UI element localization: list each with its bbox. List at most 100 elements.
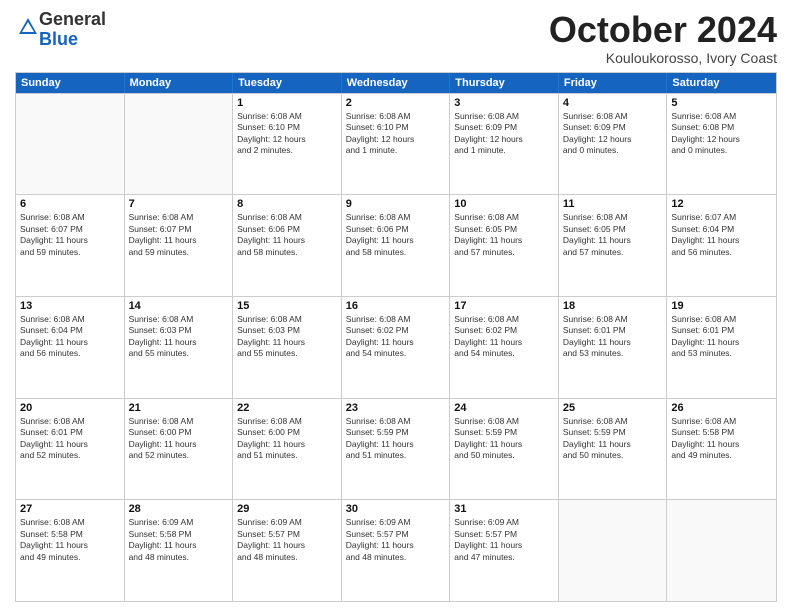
day-number: 17 bbox=[454, 300, 554, 312]
header: General Blue October 2024 Kouloukorosso,… bbox=[15, 10, 777, 66]
day-cell-22: 22Sunrise: 6:08 AM Sunset: 6:00 PM Dayli… bbox=[233, 399, 342, 500]
cell-text: Sunrise: 6:09 AM Sunset: 5:57 PM Dayligh… bbox=[454, 517, 554, 563]
cell-text: Sunrise: 6:08 AM Sunset: 6:02 PM Dayligh… bbox=[346, 314, 446, 360]
day-cell-18: 18 Sunrise: 6:08 AM Sunset: 6:01 PM Dayli… bbox=[559, 297, 668, 398]
day-number: 4 bbox=[563, 97, 663, 109]
day-cell-1: 1 Sunrise: 6:08 AM Sunset: 6:10 PM Daylig… bbox=[233, 94, 342, 195]
page: General Blue October 2024 Kouloukorosso,… bbox=[0, 0, 792, 612]
empty-cell bbox=[559, 500, 668, 601]
day-cell-23: 23 Sunrise: 6:08 AM Sunset: 5:59 PM Dayli… bbox=[342, 399, 451, 500]
day-cell-7: 7Sunrise: 6:08 AM Sunset: 6:07 PM Daylig… bbox=[125, 195, 234, 296]
empty-cell bbox=[667, 500, 776, 601]
day-number: 15 bbox=[237, 300, 337, 312]
day-cell-4: 4 Sunrise: 6:08 AM Sunset: 6:09 PM Daylig… bbox=[559, 94, 668, 195]
day-cell-25: 25 Sunrise: 6:08 AM Sunset: 5:59 PM Dayli… bbox=[559, 399, 668, 500]
cell-text: Sunrise: 6:09 AM Sunset: 5:57 PM Dayligh… bbox=[346, 517, 446, 563]
header-day-saturday: Saturday bbox=[667, 73, 776, 93]
day-cell-3: 3 Sunrise: 6:08 AM Sunset: 6:09 PM Daylig… bbox=[450, 94, 559, 195]
cell-text: Sunrise: 6:08 AM Sunset: 6:07 PM Dayligh… bbox=[129, 212, 229, 258]
day-cell-29: 29Sunrise: 6:09 AM Sunset: 5:57 PM Dayli… bbox=[233, 500, 342, 601]
day-cell-14: 14 Sunrise: 6:08 AM Sunset: 6:03 PM Dayli… bbox=[125, 297, 234, 398]
day-cell-10: 10Sunrise: 6:08 AM Sunset: 6:05 PM Dayli… bbox=[450, 195, 559, 296]
day-cell-24: 24Sunrise: 6:08 AM Sunset: 5:59 PM Dayli… bbox=[450, 399, 559, 500]
cell-text: Sunrise: 6:08 AM Sunset: 5:59 PM Dayligh… bbox=[346, 416, 446, 462]
cell-text: Sunrise: 6:08 AM Sunset: 5:58 PM Dayligh… bbox=[20, 517, 120, 563]
day-number: 19 bbox=[671, 300, 772, 312]
day-cell-28: 28 Sunrise: 6:09 AM Sunset: 5:58 PM Dayli… bbox=[125, 500, 234, 601]
calendar-header: SundayMondayTuesdayWednesdayThursdayFrid… bbox=[16, 73, 776, 93]
day-cell-19: 19 Sunrise: 6:08 AM Sunset: 6:01 PM Dayli… bbox=[667, 297, 776, 398]
day-number: 9 bbox=[346, 198, 446, 210]
day-number: 30 bbox=[346, 503, 446, 515]
calendar: SundayMondayTuesdayWednesdayThursdayFrid… bbox=[15, 72, 777, 602]
calendar-row-4: 27 Sunrise: 6:08 AM Sunset: 5:58 PM Dayli… bbox=[16, 499, 776, 601]
cell-text: Sunrise: 6:08 AM Sunset: 6:01 PM Dayligh… bbox=[563, 314, 663, 360]
day-number: 27 bbox=[20, 503, 120, 515]
header-day-thursday: Thursday bbox=[450, 73, 559, 93]
day-number: 14 bbox=[129, 300, 229, 312]
cell-text: Sunrise: 6:08 AM Sunset: 6:07 PM Dayligh… bbox=[20, 212, 120, 258]
cell-text: Sunrise: 6:08 AM Sunset: 6:05 PM Dayligh… bbox=[563, 212, 663, 258]
empty-cell bbox=[125, 94, 234, 195]
day-number: 31 bbox=[454, 503, 554, 515]
day-number: 3 bbox=[454, 97, 554, 109]
day-number: 23 bbox=[346, 402, 446, 414]
day-number: 13 bbox=[20, 300, 120, 312]
cell-text: Sunrise: 6:08 AM Sunset: 6:01 PM Dayligh… bbox=[20, 416, 120, 462]
cell-text: Sunrise: 6:08 AM Sunset: 6:09 PM Dayligh… bbox=[563, 111, 663, 157]
day-number: 6 bbox=[20, 198, 120, 210]
cell-text: Sunrise: 6:09 AM Sunset: 5:58 PM Dayligh… bbox=[129, 517, 229, 563]
title-area: October 2024 Kouloukorosso, Ivory Coast bbox=[549, 10, 777, 66]
day-cell-13: 13 Sunrise: 6:08 AM Sunset: 6:04 PM Dayli… bbox=[16, 297, 125, 398]
calendar-body: 1 Sunrise: 6:08 AM Sunset: 6:10 PM Daylig… bbox=[16, 93, 776, 601]
day-cell-9: 9 Sunrise: 6:08 AM Sunset: 6:06 PM Daylig… bbox=[342, 195, 451, 296]
cell-text: Sunrise: 6:08 AM Sunset: 5:58 PM Dayligh… bbox=[671, 416, 772, 462]
day-number: 11 bbox=[563, 198, 663, 210]
logo-blue: Blue bbox=[39, 29, 78, 49]
logo-general: General bbox=[39, 9, 106, 29]
day-number: 26 bbox=[671, 402, 772, 414]
calendar-row-2: 13 Sunrise: 6:08 AM Sunset: 6:04 PM Dayli… bbox=[16, 296, 776, 398]
day-number: 12 bbox=[671, 198, 772, 210]
cell-text: Sunrise: 6:08 AM Sunset: 6:01 PM Dayligh… bbox=[671, 314, 772, 360]
cell-text: Sunrise: 6:08 AM Sunset: 6:10 PM Dayligh… bbox=[237, 111, 337, 157]
day-number: 10 bbox=[454, 198, 554, 210]
day-cell-20: 20 Sunrise: 6:08 AM Sunset: 6:01 PM Dayli… bbox=[16, 399, 125, 500]
day-cell-16: 16Sunrise: 6:08 AM Sunset: 6:02 PM Dayli… bbox=[342, 297, 451, 398]
day-cell-8: 8Sunrise: 6:08 AM Sunset: 6:06 PM Daylig… bbox=[233, 195, 342, 296]
day-number: 18 bbox=[563, 300, 663, 312]
day-cell-17: 17Sunrise: 6:08 AM Sunset: 6:02 PM Dayli… bbox=[450, 297, 559, 398]
cell-text: Sunrise: 6:08 AM Sunset: 6:08 PM Dayligh… bbox=[671, 111, 772, 157]
day-number: 24 bbox=[454, 402, 554, 414]
day-number: 25 bbox=[563, 402, 663, 414]
cell-text: Sunrise: 6:08 AM Sunset: 6:09 PM Dayligh… bbox=[454, 111, 554, 157]
day-cell-21: 21Sunrise: 6:08 AM Sunset: 6:00 PM Dayli… bbox=[125, 399, 234, 500]
cell-text: Sunrise: 6:08 AM Sunset: 6:06 PM Dayligh… bbox=[346, 212, 446, 258]
day-cell-5: 5 Sunrise: 6:08 AM Sunset: 6:08 PM Daylig… bbox=[667, 94, 776, 195]
header-day-monday: Monday bbox=[125, 73, 234, 93]
day-cell-6: 6 Sunrise: 6:08 AM Sunset: 6:07 PM Daylig… bbox=[16, 195, 125, 296]
cell-text: Sunrise: 6:07 AM Sunset: 6:04 PM Dayligh… bbox=[671, 212, 772, 258]
day-number: 28 bbox=[129, 503, 229, 515]
cell-text: Sunrise: 6:08 AM Sunset: 6:04 PM Dayligh… bbox=[20, 314, 120, 360]
header-day-wednesday: Wednesday bbox=[342, 73, 451, 93]
logo: General Blue bbox=[15, 10, 106, 50]
day-cell-11: 11 Sunrise: 6:08 AM Sunset: 6:05 PM Dayli… bbox=[559, 195, 668, 296]
cell-text: Sunrise: 6:08 AM Sunset: 6:06 PM Dayligh… bbox=[237, 212, 337, 258]
day-number: 20 bbox=[20, 402, 120, 414]
day-number: 1 bbox=[237, 97, 337, 109]
month-title: October 2024 bbox=[549, 10, 777, 50]
cell-text: Sunrise: 6:08 AM Sunset: 6:00 PM Dayligh… bbox=[237, 416, 337, 462]
header-day-friday: Friday bbox=[559, 73, 668, 93]
day-cell-2: 2Sunrise: 6:08 AM Sunset: 6:10 PM Daylig… bbox=[342, 94, 451, 195]
day-number: 29 bbox=[237, 503, 337, 515]
cell-text: Sunrise: 6:08 AM Sunset: 5:59 PM Dayligh… bbox=[563, 416, 663, 462]
header-day-tuesday: Tuesday bbox=[233, 73, 342, 93]
cell-text: Sunrise: 6:08 AM Sunset: 6:03 PM Dayligh… bbox=[129, 314, 229, 360]
day-cell-27: 27 Sunrise: 6:08 AM Sunset: 5:58 PM Dayli… bbox=[16, 500, 125, 601]
day-number: 5 bbox=[671, 97, 772, 109]
header-day-sunday: Sunday bbox=[16, 73, 125, 93]
cell-text: Sunrise: 6:08 AM Sunset: 6:03 PM Dayligh… bbox=[237, 314, 337, 360]
day-cell-26: 26 Sunrise: 6:08 AM Sunset: 5:58 PM Dayli… bbox=[667, 399, 776, 500]
day-number: 21 bbox=[129, 402, 229, 414]
